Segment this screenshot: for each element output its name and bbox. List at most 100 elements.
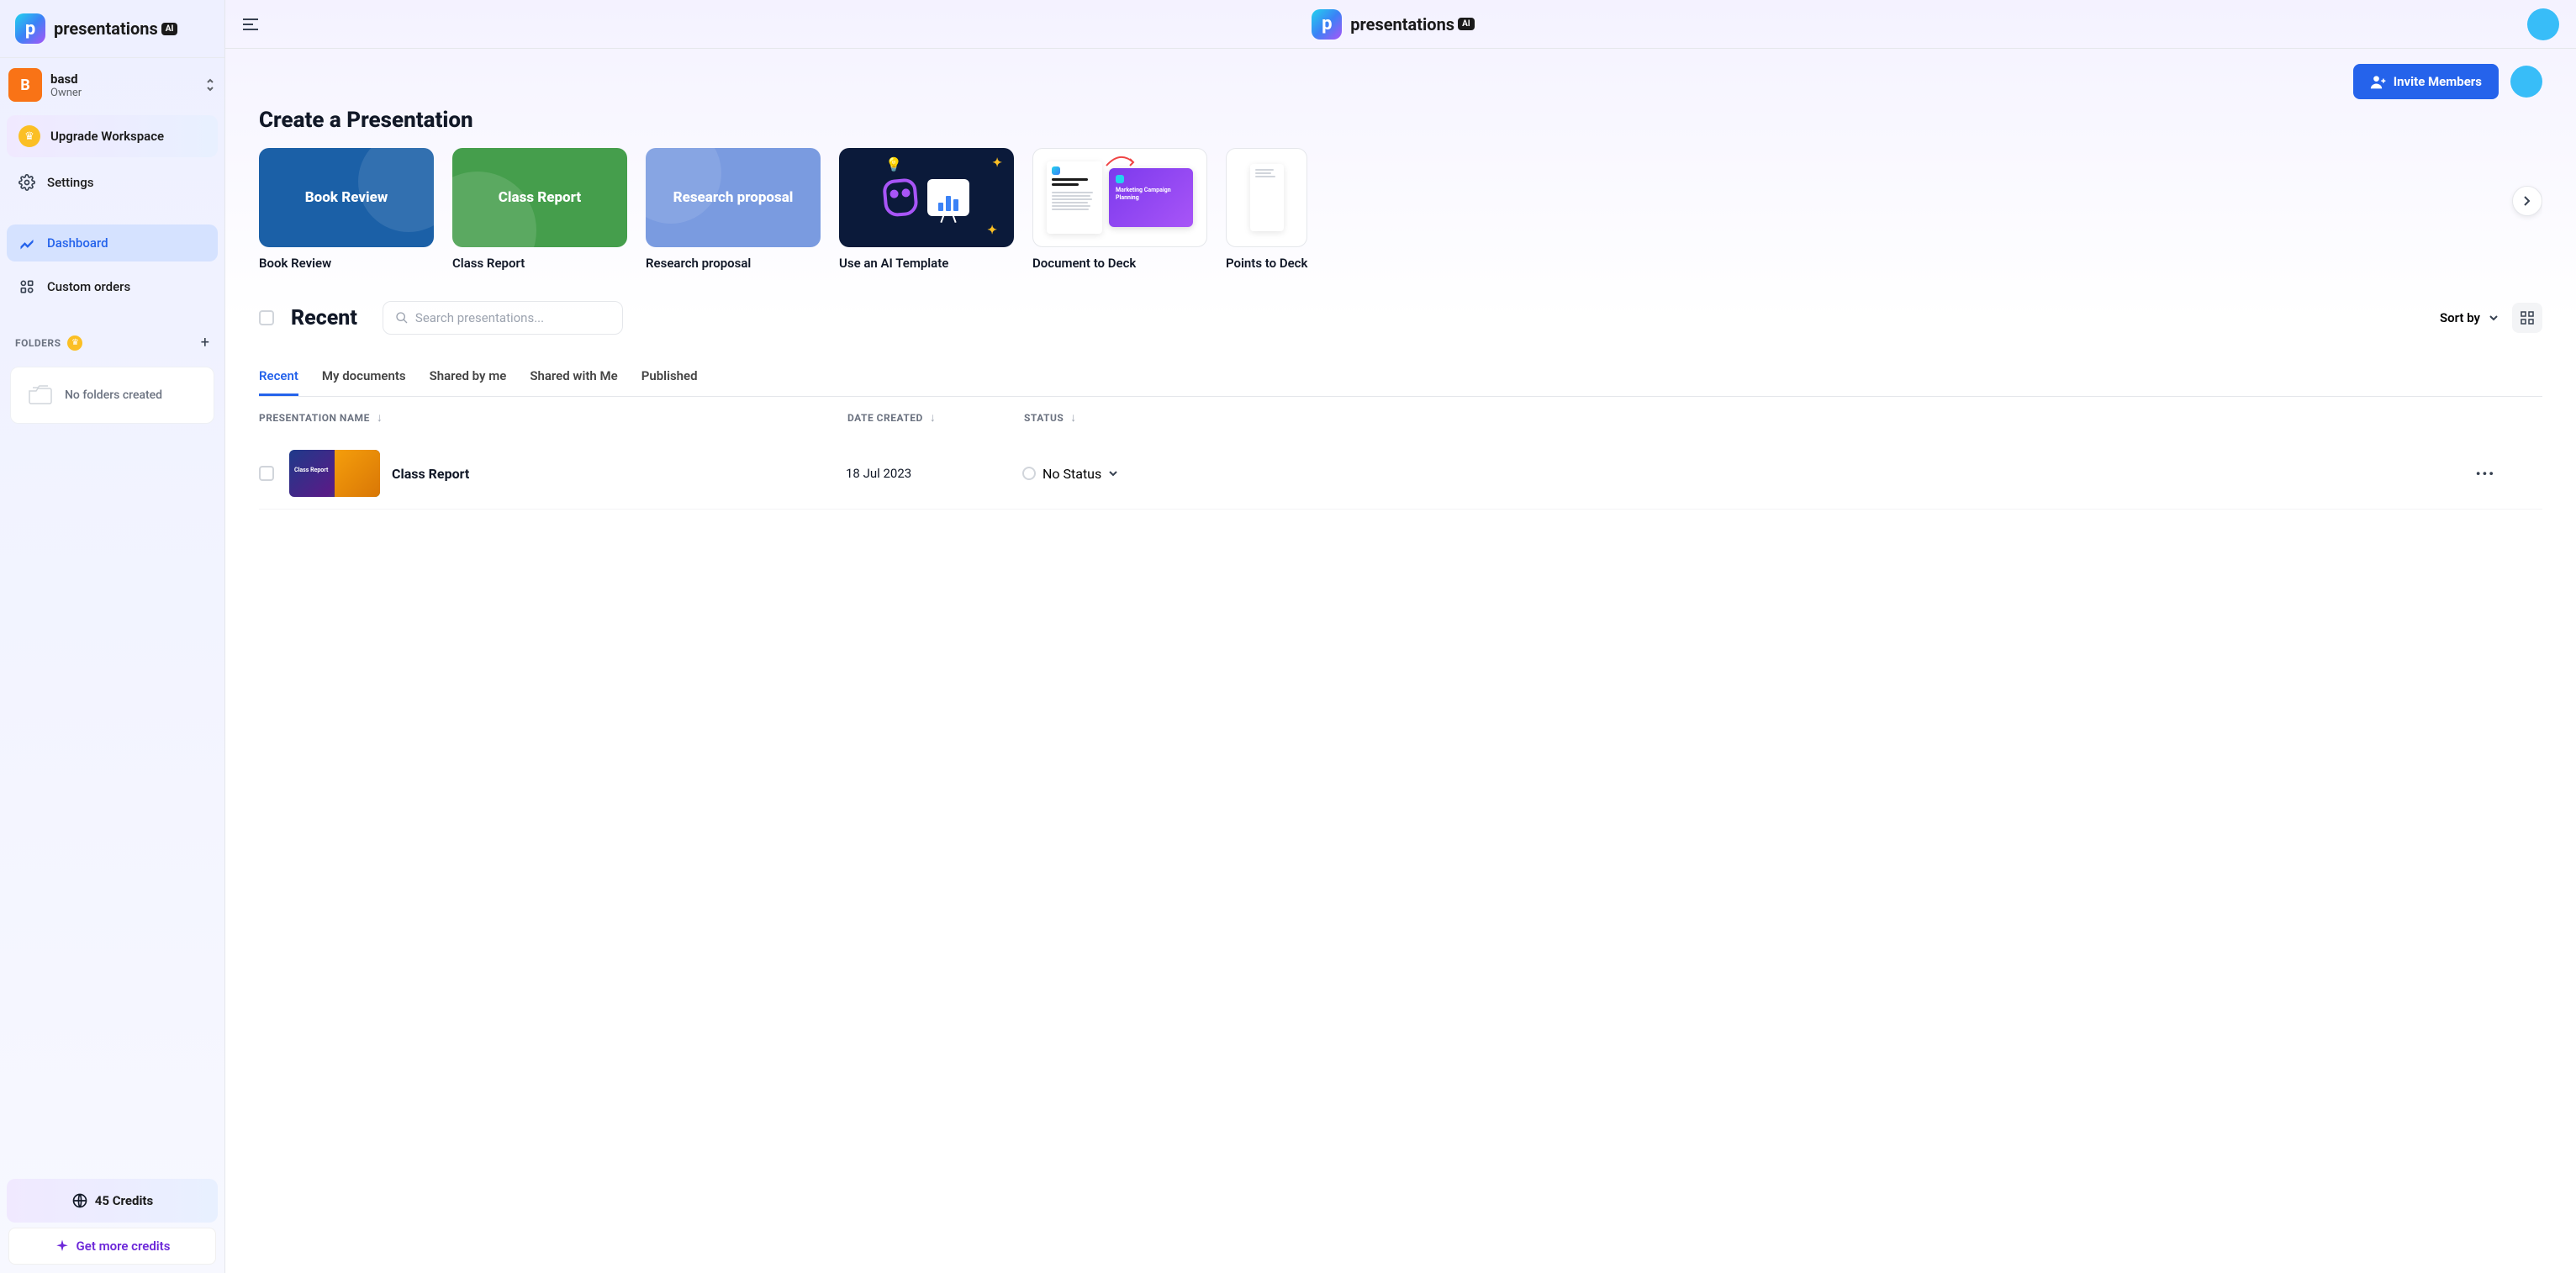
sparkle-icon: ✦: [992, 156, 1002, 170]
folders-empty-state: No folders created: [10, 367, 214, 424]
gear-icon: [18, 174, 35, 191]
tab-recent[interactable]: Recent: [259, 358, 298, 396]
clip-icon: [882, 177, 919, 217]
folders-header: FOLDERS ♛ +: [0, 325, 224, 360]
sidebar-item-settings[interactable]: Settings: [7, 164, 218, 201]
bulb-icon: 💡: [885, 156, 902, 172]
sort-arrow-icon: ↓: [1070, 410, 1077, 425]
add-folder-button[interactable]: +: [201, 334, 209, 351]
people-icon: [2370, 74, 2387, 89]
workspace-switcher[interactable]: B basd Owner: [0, 58, 224, 108]
workspace-role: Owner: [50, 87, 196, 99]
folder-icon: [28, 384, 53, 406]
custom-orders-label: Custom orders: [47, 279, 130, 294]
search-box[interactable]: [383, 301, 623, 335]
template-card-label: Research proposal: [646, 256, 821, 271]
brand-header[interactable]: p presentations AI: [0, 0, 224, 58]
recent-toolbar: Recent Sort by: [259, 301, 2542, 335]
folders-label: FOLDERS: [15, 337, 61, 349]
tab-shared-by-me[interactable]: Shared by me: [430, 358, 507, 396]
menu-toggle-button[interactable]: [242, 18, 259, 31]
settings-label: Settings: [47, 175, 94, 190]
brand-name: presentations AI: [1350, 14, 1474, 34]
template-card-label: Document to Deck: [1032, 256, 1207, 271]
select-all-checkbox[interactable]: [259, 310, 274, 325]
deck-preview-icon: Marketing Campaign Planning: [1109, 168, 1193, 227]
scroll-right-button[interactable]: [2512, 186, 2542, 216]
table-header: PRESENTATION NAME ↓ DATE CREATED ↓ STATU…: [259, 397, 2542, 438]
template-card-research-proposal[interactable]: Research proposal: [646, 148, 821, 247]
presentation-name: Class Report: [392, 466, 846, 482]
document-icon: [1250, 164, 1284, 231]
credits-box: 45 Credits: [7, 1179, 218, 1223]
shapes-icon: [18, 278, 35, 295]
get-more-credits-button[interactable]: Get more credits: [8, 1228, 216, 1265]
brand-logo-icon: p: [1312, 9, 1342, 40]
topbar-brand[interactable]: p presentations AI: [1312, 9, 1474, 40]
template-card-ai-template[interactable]: 💡 ✦ ✦: [839, 148, 1014, 247]
recent-title: Recent: [291, 306, 357, 330]
template-card-label: Use an AI Template: [839, 256, 1014, 271]
dashboard-label: Dashboard: [47, 235, 108, 251]
brand-logo-icon: p: [15, 13, 45, 44]
status-dropdown[interactable]: No Status: [1022, 466, 1174, 482]
tab-my-documents[interactable]: My documents: [322, 358, 406, 396]
chevron-down-icon: [1108, 470, 1118, 477]
upgrade-label: Upgrade Workspace: [50, 129, 164, 144]
create-section-title: Create a Presentation: [259, 108, 2542, 133]
status-dot-icon: [1022, 467, 1036, 480]
search-input[interactable]: [415, 310, 610, 325]
content: Create a Presentation Book Review Book R…: [225, 99, 2576, 1273]
credits-count: 45 Credits: [18, 1187, 206, 1214]
sidebar-item-dashboard[interactable]: Dashboard: [7, 224, 218, 261]
sort-button[interactable]: Sort by: [2436, 304, 2502, 332]
template-card-book-review[interactable]: Book Review: [259, 148, 434, 247]
column-name[interactable]: PRESENTATION NAME: [259, 412, 370, 424]
presentation-thumbnail: Class Report: [289, 450, 380, 497]
sort-arrow-icon: ↓: [930, 410, 937, 425]
sidebar-footer: 45 Credits Get more credits: [0, 1172, 224, 1273]
tab-published[interactable]: Published: [641, 358, 698, 396]
search-icon: [395, 311, 409, 325]
main: p presentations AI Invite Members Create…: [225, 0, 2576, 1273]
column-date[interactable]: DATE CREATED: [847, 412, 923, 424]
crown-icon: ♛: [67, 335, 82, 351]
subbar: Invite Members: [225, 49, 2576, 99]
template-card-label: Book Review: [259, 256, 434, 271]
brand-name: presentations AI: [54, 18, 177, 39]
user-avatar[interactable]: [2527, 8, 2559, 40]
column-status[interactable]: STATUS: [1024, 412, 1064, 424]
row-checkbox[interactable]: [259, 466, 274, 481]
sparkle-icon: ✦: [987, 224, 997, 237]
globe-icon: [71, 1192, 88, 1209]
template-cards-row: Book Review Book Review Class Report Cla…: [259, 148, 2542, 271]
sparkle-icon: [55, 1239, 70, 1254]
brand-ai-badge: AI: [161, 23, 178, 35]
template-card-points-to-deck[interactable]: [1226, 148, 1307, 247]
template-card-document-to-deck[interactable]: Marketing Campaign Planning: [1032, 148, 1207, 247]
arrow-icon: [1103, 154, 1137, 169]
workspace-name: basd: [50, 71, 196, 87]
chevron-updown-icon: [204, 77, 216, 92]
dashboard-icon: [18, 235, 35, 251]
invite-members-button[interactable]: Invite Members: [2353, 64, 2499, 99]
upgrade-workspace-button[interactable]: ♛ Upgrade Workspace: [7, 115, 218, 157]
workspace-avatar: B: [8, 68, 42, 102]
more-options-button[interactable]: •••: [2476, 466, 2495, 482]
presentation-row[interactable]: Class Report Class Report 18 Jul 2023 No…: [259, 438, 2542, 510]
chevron-right-icon: [2523, 195, 2531, 207]
document-icon: [1047, 161, 1102, 234]
folders-empty-text: No folders created: [65, 388, 162, 402]
user-avatar[interactable]: [2510, 66, 2542, 98]
template-card-label: Class Report: [452, 256, 627, 271]
crown-icon: ♛: [18, 125, 40, 147]
brand-ai-badge: AI: [1458, 18, 1475, 30]
workspace-info: basd Owner: [50, 71, 196, 99]
template-card-class-report[interactable]: Class Report: [452, 148, 627, 247]
grid-icon: [2521, 311, 2534, 325]
template-card-label: Points to Deck: [1226, 256, 1307, 271]
tab-shared-with-me[interactable]: Shared with Me: [530, 358, 617, 396]
sidebar-item-custom-orders[interactable]: Custom orders: [7, 268, 218, 305]
chart-icon: [927, 179, 969, 216]
grid-view-button[interactable]: [2512, 303, 2542, 333]
